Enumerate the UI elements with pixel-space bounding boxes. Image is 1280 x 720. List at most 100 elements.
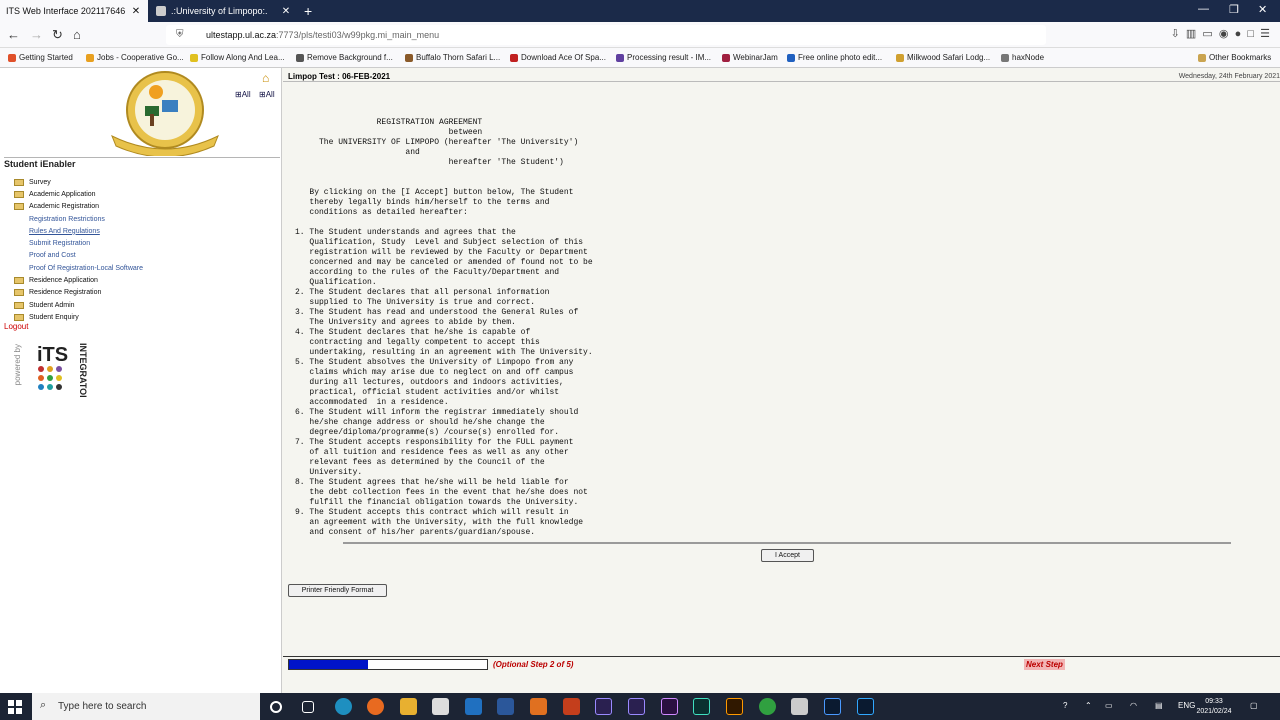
other-bookmarks[interactable]: Other Bookmarks xyxy=(1198,53,1271,62)
powered-by-label: powered by xyxy=(13,344,22,386)
network-icon[interactable]: ◠ xyxy=(1130,701,1137,710)
home-icon[interactable]: ⌂ xyxy=(73,27,81,42)
divider xyxy=(283,81,1280,82)
audition-icon[interactable] xyxy=(693,698,710,715)
menu-item-rules-and-regulations[interactable]: Rules And Regulations xyxy=(14,225,143,237)
bookmark-item[interactable]: Jobs - Cooperative Go... xyxy=(86,53,184,62)
forward-icon[interactable]: → xyxy=(30,27,43,42)
search-placeholder: Type here to search xyxy=(58,701,147,712)
menu-item-academic-application[interactable]: Academic Application xyxy=(14,188,143,200)
photoshop-icon[interactable] xyxy=(857,698,874,715)
folder-icon xyxy=(14,190,24,198)
tab-university-of-limpopo[interactable]: .:University of Limpopo:. ✕ xyxy=(150,0,298,22)
menu-item-academic-registration[interactable]: Academic Registration xyxy=(14,201,143,213)
battery-icon[interactable]: ▭ xyxy=(1105,701,1113,710)
page-content: ⌂ ⊞All ⊞All Student iEnabler Survey Acad… xyxy=(0,68,1280,693)
its-logo-text: iTS xyxy=(37,344,68,366)
restore-icon[interactable]: ❐ xyxy=(1229,3,1239,16)
bookmark-item[interactable]: WebinarJam xyxy=(722,53,778,62)
vlc-icon[interactable] xyxy=(530,698,547,715)
university-logo xyxy=(111,71,219,156)
url-bar[interactable]: ⛨ ultestapp.ul.ac.za :7773/pls/testi03/w… xyxy=(166,25,1046,45)
browser-tab-strip: ITS Web Interface 202117646 ✕ .:Universi… xyxy=(0,0,1280,22)
i-accept-button[interactable]: I Accept xyxy=(761,549,814,562)
folder-open-icon xyxy=(14,203,24,211)
collapse-all-link[interactable]: ⊞All xyxy=(259,90,275,99)
logout-link[interactable]: Logout xyxy=(4,322,28,331)
bookmark-icon xyxy=(787,53,795,62)
bookmark-item[interactable]: Follow Along And Lea... xyxy=(190,53,285,62)
bookmark-item[interactable]: Download Ace Of Spa... xyxy=(510,53,606,62)
menu-item-registration-restrictions[interactable]: Registration Restrictions xyxy=(14,213,143,225)
its-integrator-logo: iTS INTEGRATOR xyxy=(37,343,87,397)
cortana-icon[interactable] xyxy=(270,701,282,713)
minimize-icon[interactable]: — xyxy=(1198,3,1209,15)
premiere-icon[interactable] xyxy=(661,698,678,715)
edge-icon[interactable] xyxy=(335,698,352,715)
bookmark-item[interactable]: Processing result - IM... xyxy=(616,53,711,62)
divider xyxy=(343,542,1231,544)
menu-item-residence-application[interactable]: Residence Application xyxy=(14,274,143,286)
tray-chevron-icon[interactable]: ⌃ xyxy=(1085,701,1092,710)
bookmark-icon xyxy=(722,53,730,62)
help-icon[interactable]: ? xyxy=(1063,701,1067,710)
divider xyxy=(283,656,1280,657)
new-tab-icon[interactable]: + xyxy=(304,3,312,19)
clock[interactable]: 09:33 2021/02/24 xyxy=(1194,697,1234,717)
close-icon[interactable]: ✕ xyxy=(280,6,292,17)
next-step-link[interactable]: Next Step xyxy=(1024,659,1065,670)
bookmark-icon xyxy=(1001,53,1009,62)
url-path: :7773/pls/testi03/w99pkg.mi_main_menu xyxy=(276,30,440,40)
windows-start-icon[interactable] xyxy=(8,700,22,714)
menu-item-student-enquiry[interactable]: Student Enquiry xyxy=(14,311,143,323)
back-icon[interactable]: ← xyxy=(7,27,20,42)
printer-friendly-button[interactable]: Printer Friendly Format xyxy=(288,584,387,597)
menu-item-residence-registration[interactable]: Residence Registration xyxy=(14,287,143,299)
bookmark-icon xyxy=(510,53,518,62)
lightroom-icon[interactable] xyxy=(824,698,841,715)
folder-icon xyxy=(14,178,24,186)
tab-title: ITS Web Interface 202117646 xyxy=(6,6,126,16)
bookmark-item[interactable]: Buffalo Thorn Safari L... xyxy=(405,53,500,62)
clock-date: 2021/02/24 xyxy=(1196,708,1232,715)
taskbar-search[interactable]: ⌕ Type here to search xyxy=(32,693,260,720)
menu-item-proof-and-cost[interactable]: Proof and Cost xyxy=(14,250,143,262)
bookmark-item[interactable]: Free online photo edit... xyxy=(787,53,882,62)
bookmark-item[interactable]: haxNode xyxy=(1001,53,1044,62)
bookmark-icon xyxy=(190,53,198,62)
menu-item-submit-registration[interactable]: Submit Registration xyxy=(14,237,143,249)
step-indicator: (Optional Step 2 of 5) xyxy=(493,660,574,669)
mail-icon[interactable] xyxy=(465,698,482,715)
language-indicator[interactable]: ENG xyxy=(1178,701,1195,710)
notifications-icon[interactable]: ▢ xyxy=(1250,701,1258,710)
firefox-taskbar-icon[interactable] xyxy=(367,698,384,715)
app-icon[interactable] xyxy=(791,698,808,715)
home-icon[interactable]: ⌂ xyxy=(262,71,269,85)
store-icon[interactable] xyxy=(432,698,449,715)
window-close-icon[interactable]: ✕ xyxy=(1258,3,1267,16)
menu-item-proof-of-registration[interactable]: Proof Of Registration-Local Software xyxy=(14,262,143,274)
navigation-bar: ← → ↻ ⌂ ⛨ ultestapp.ul.ac.za :7773/pls/t… xyxy=(0,22,1280,48)
bookmark-item[interactable]: Milkwood Safari Lodg... xyxy=(896,53,990,62)
close-icon[interactable]: ✕ xyxy=(130,6,142,17)
bookmark-item[interactable]: Remove Background f... xyxy=(296,53,393,62)
windows-taskbar: ⌕ Type here to search ? ⌃ ▭ ◠ ▤ ENG 09:3… xyxy=(0,693,1280,720)
after-effects-icon[interactable] xyxy=(595,698,612,715)
expand-all-link[interactable]: ⊞All xyxy=(235,90,251,99)
task-view-icon[interactable] xyxy=(302,701,314,713)
tab-title: .:University of Limpopo:. xyxy=(171,6,268,16)
sidebar-menu: Survey Academic Application Academic Reg… xyxy=(14,176,143,324)
toolbar-icons[interactable]: ⇩ ▥ ▭ ◉ ● □ ☰ xyxy=(1171,27,1270,40)
reload-icon[interactable]: ↻ xyxy=(52,27,63,43)
media-encoder-icon[interactable] xyxy=(628,698,645,715)
tab-its-web-interface[interactable]: ITS Web Interface 202117646 ✕ xyxy=(0,0,148,22)
keyboard-icon[interactable]: ▤ xyxy=(1155,701,1163,710)
menu-item-survey[interactable]: Survey xyxy=(14,176,143,188)
file-explorer-icon[interactable] xyxy=(400,698,417,715)
bookmark-item[interactable]: Getting Started xyxy=(8,53,73,62)
menu-item-student-admin[interactable]: Student Admin xyxy=(14,299,143,311)
app-icon[interactable] xyxy=(759,698,776,715)
word-icon[interactable] xyxy=(497,698,514,715)
illustrator-icon[interactable] xyxy=(726,698,743,715)
powerpoint-icon[interactable] xyxy=(563,698,580,715)
